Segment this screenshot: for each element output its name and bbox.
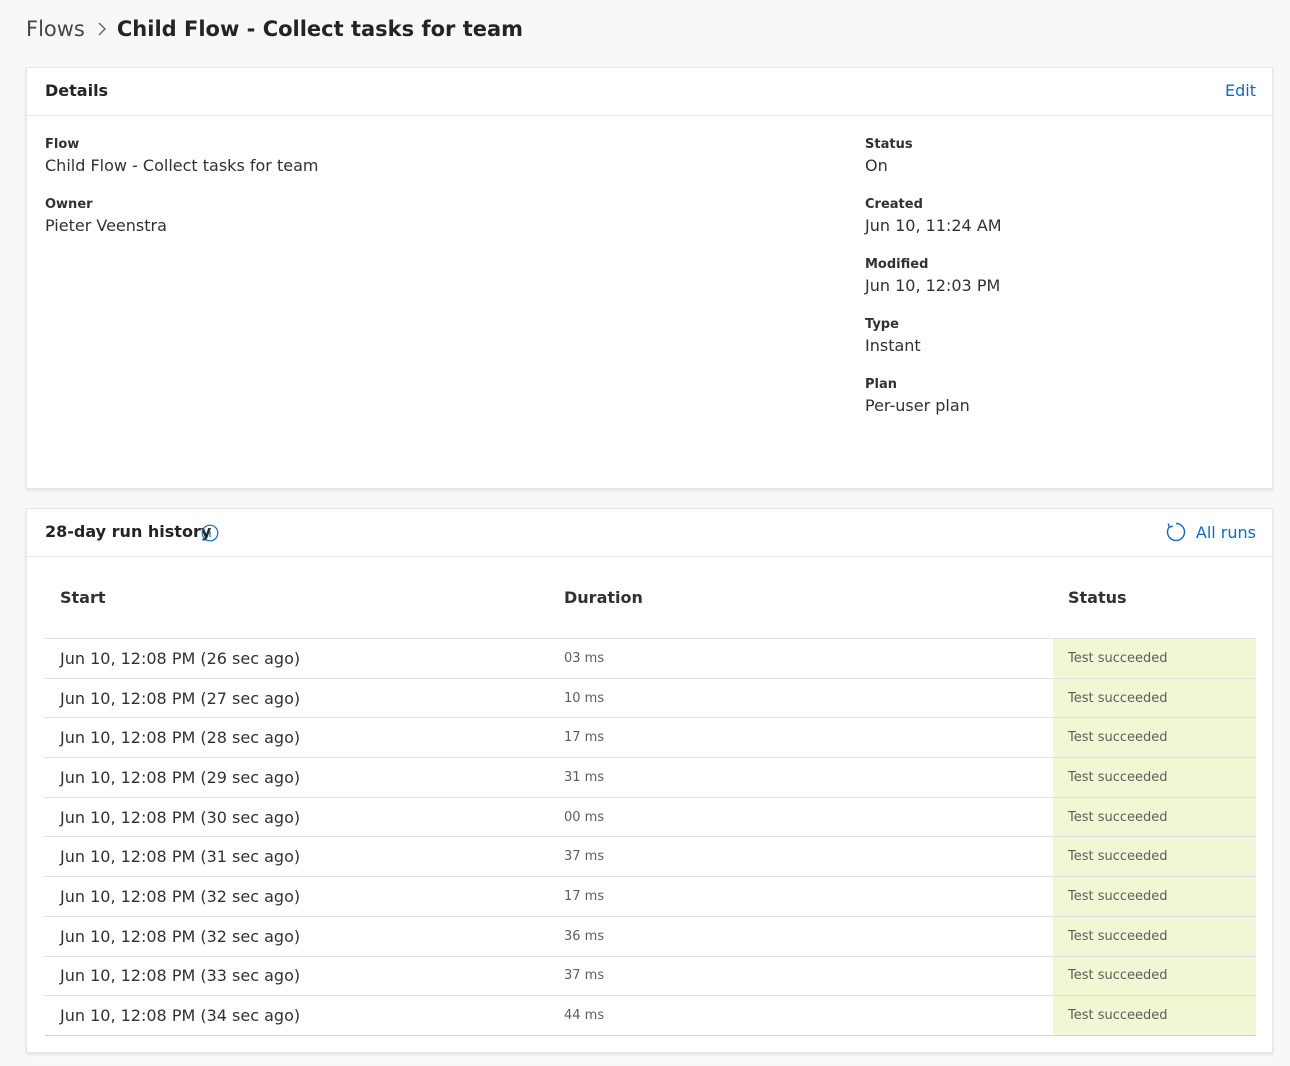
field-label: Modified (865, 257, 929, 272)
edit-button[interactable]: Edit (1225, 81, 1256, 100)
run-status: Test succeeded (1053, 758, 1256, 797)
run-status: Test succeeded (1053, 916, 1256, 956)
details-card: Details Edit Flow Child Flow - Collect t… (26, 67, 1273, 489)
breadcrumb-flows-link[interactable]: Flows (26, 17, 85, 41)
run-duration: 31 ms (564, 769, 605, 785)
field-label: Flow (45, 137, 80, 152)
run-start: Jun 10, 12:08 PM (33 sec ago) (60, 966, 301, 986)
chevron-right-icon (97, 21, 107, 37)
table-body: Jun 10, 12:08 PM (26 sec ago) 03 ms Test… (45, 639, 1256, 1036)
field-value: On (865, 156, 888, 175)
field-label: Owner (45, 197, 93, 212)
run-duration: 17 ms (564, 888, 605, 904)
run-status: Test succeeded (1053, 837, 1256, 877)
field-label: Plan (865, 377, 898, 392)
run-status: Test succeeded (1053, 678, 1256, 718)
run-duration: 10 ms (564, 690, 605, 706)
field-value: Child Flow - Collect tasks for team (45, 156, 319, 175)
run-start: Jun 10, 12:08 PM (29 sec ago) (60, 767, 301, 787)
run-duration: 37 ms (564, 849, 605, 865)
run-status: Test succeeded (1053, 797, 1256, 837)
run-status: Test succeeded (1053, 996, 1256, 1035)
run-start: Jun 10, 12:08 PM (28 sec ago) (60, 728, 301, 748)
run-start: Jun 10, 12:08 PM (27 sec ago) (60, 688, 301, 708)
table-row[interactable]: Jun 10, 12:08 PM (32 sec ago) 36 ms Test… (45, 916, 1256, 957)
run-status: Test succeeded (1053, 718, 1256, 758)
run-start: Jun 10, 12:08 PM (34 sec ago) (60, 1006, 301, 1026)
field-type: Type Instant (865, 317, 921, 357)
run-duration: 36 ms (564, 928, 605, 944)
run-start: Jun 10, 12:08 PM (30 sec ago) (60, 807, 301, 827)
run-status: Test succeeded (1053, 877, 1256, 916)
table-row[interactable]: Jun 10, 12:08 PM (31 sec ago) 37 ms Test… (45, 837, 1256, 878)
run-duration: 44 ms (564, 1008, 605, 1024)
run-start: Jun 10, 12:08 PM (26 sec ago) (60, 648, 301, 668)
table-header: Start Duration Status (45, 557, 1256, 639)
run-duration: 03 ms (564, 650, 605, 666)
field-value: Jun 10, 12:03 PM (865, 276, 1001, 295)
run-history-card: 28-day run history All runs Start Durati… (26, 508, 1273, 1053)
run-start: Jun 10, 12:08 PM (31 sec ago) (60, 847, 301, 867)
column-header-start[interactable]: Start (45, 588, 549, 607)
field-value: Instant (865, 336, 921, 355)
run-duration: 00 ms (564, 809, 605, 825)
field-created: Created Jun 10, 11:24 AM (865, 197, 1002, 237)
breadcrumb: Flows Child Flow - Collect tasks for tea… (26, 14, 523, 44)
field-flow: Flow Child Flow - Collect tasks for team (45, 137, 318, 177)
field-label: Created (865, 197, 923, 212)
field-value: Per-user plan (865, 396, 970, 415)
run-status: Test succeeded (1053, 956, 1256, 996)
field-plan: Plan Per-user plan (865, 377, 970, 417)
all-runs-label: All runs (1195, 522, 1256, 542)
field-owner: Owner Pieter Veenstra (45, 197, 167, 237)
run-duration: 17 ms (564, 730, 605, 746)
field-value: Pieter Veenstra (45, 216, 167, 235)
table-row[interactable]: Jun 10, 12:08 PM (33 sec ago) 37 ms Test… (45, 956, 1256, 997)
column-header-status[interactable]: Status (1053, 588, 1256, 607)
table-row[interactable]: Jun 10, 12:08 PM (27 sec ago) 10 ms Test… (45, 678, 1256, 719)
run-history-title: 28-day run history (45, 522, 212, 541)
column-header-duration[interactable]: Duration (549, 588, 1053, 607)
field-status: Status On (865, 137, 913, 177)
details-card-header: Details Edit (27, 68, 1272, 116)
field-value: Jun 10, 11:24 AM (865, 216, 1002, 235)
details-title: Details (45, 81, 109, 100)
table-row[interactable]: Jun 10, 12:08 PM (32 sec ago) 17 ms Test… (45, 877, 1256, 917)
run-status: Test succeeded (1053, 639, 1256, 678)
run-duration: 37 ms (564, 968, 605, 984)
run-start: Jun 10, 12:08 PM (32 sec ago) (60, 926, 301, 946)
table-row[interactable]: Jun 10, 12:08 PM (28 sec ago) 17 ms Test… (45, 718, 1256, 759)
table-row[interactable]: Jun 10, 12:08 PM (26 sec ago) 03 ms Test… (45, 639, 1256, 679)
field-label: Type (865, 317, 899, 332)
run-history-header: 28-day run history All runs (27, 509, 1272, 557)
run-start: Jun 10, 12:08 PM (32 sec ago) (60, 886, 301, 906)
field-label: Status (865, 137, 913, 152)
info-icon[interactable] (201, 524, 219, 542)
table-row[interactable]: Jun 10, 12:08 PM (34 sec ago) 44 ms Test… (45, 996, 1256, 1036)
table-row[interactable]: Jun 10, 12:08 PM (29 sec ago) 31 ms Test… (45, 758, 1256, 798)
refresh-icon (1165, 521, 1196, 543)
table-row[interactable]: Jun 10, 12:08 PM (30 sec ago) 00 ms Test… (45, 797, 1256, 838)
page-title: Child Flow - Collect tasks for team (116, 17, 524, 41)
run-history-table: Start Duration Status Jun 10, 12:08 PM (… (45, 557, 1256, 1036)
all-runs-button[interactable]: All runs (1165, 521, 1256, 543)
field-modified: Modified Jun 10, 12:03 PM (865, 257, 1000, 297)
